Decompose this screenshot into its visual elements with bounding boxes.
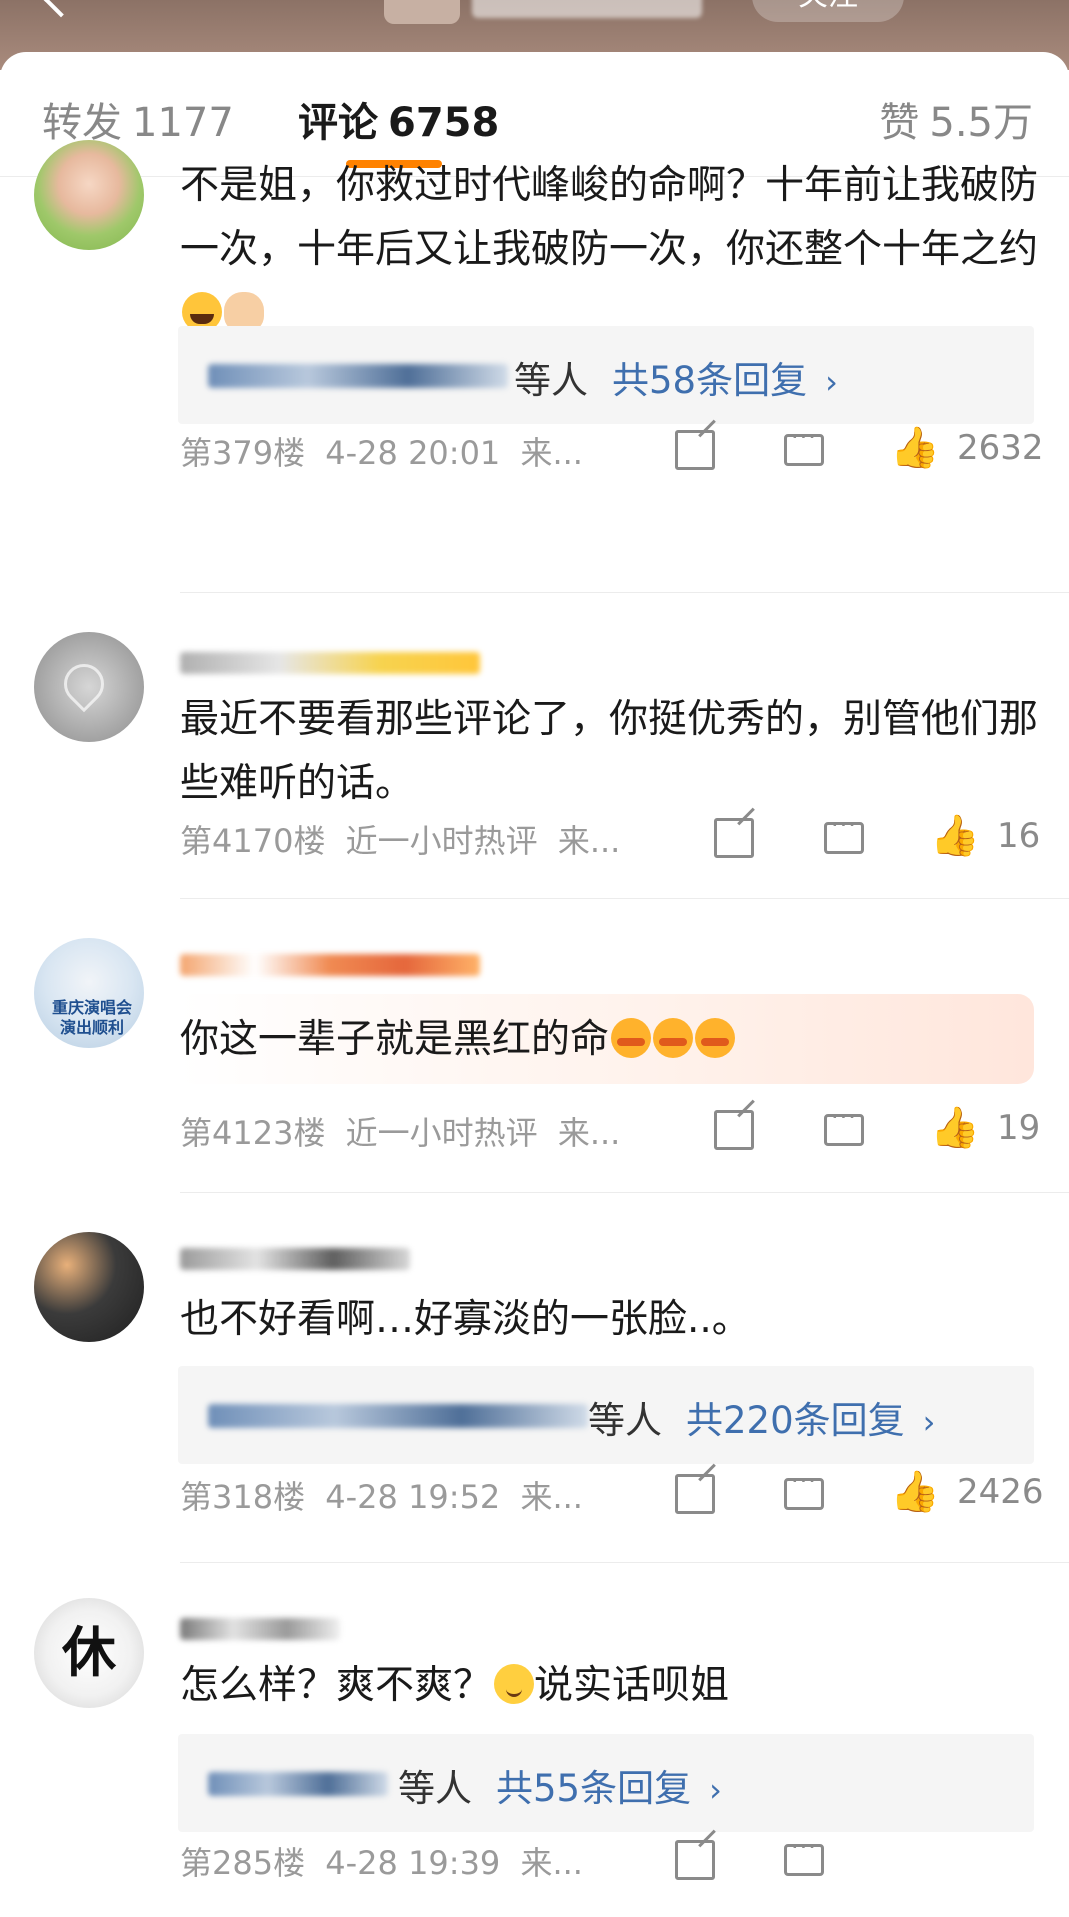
reply-count-link[interactable]: 共58条回复 › bbox=[612, 350, 838, 404]
comment-text: 也不好看啊…好寡淡的一张脸..。 bbox=[180, 1297, 751, 1342]
comment-time: 近一小时热评 bbox=[345, 1114, 538, 1152]
tab-likes-label: 赞 bbox=[879, 100, 920, 146]
author-avatar[interactable] bbox=[384, 0, 460, 24]
reply-icon[interactable] bbox=[784, 1833, 824, 1876]
author-name-blurred[interactable] bbox=[472, 0, 702, 18]
comment-text: 怎么样？爽不爽？ 说实话呗姐 bbox=[180, 1663, 730, 1708]
comment-meta: 第379楼 4-28 20:01 来... bbox=[180, 428, 583, 474]
reply-icon[interactable] bbox=[784, 1467, 824, 1510]
tab-likes[interactable]: 赞 5.5万 bbox=[879, 90, 1033, 148]
comment-meta: 第4123楼 近一小时热评 来... bbox=[180, 1108, 620, 1154]
replier-names-blurred bbox=[208, 1404, 588, 1428]
like-icon[interactable]: 👍 bbox=[930, 816, 980, 856]
comment-text: 最近不要看那些评论了，你挺优秀的，别管他们那些难听的话。 bbox=[180, 697, 1039, 806]
replier-names-blurred bbox=[208, 1772, 388, 1796]
angry-icon bbox=[611, 1018, 652, 1058]
floor-number: 第379楼 bbox=[180, 434, 306, 472]
share-icon[interactable] bbox=[675, 430, 715, 470]
smile-icon bbox=[494, 1664, 535, 1704]
username-blurred[interactable] bbox=[180, 954, 480, 976]
comment-source: 来... bbox=[557, 822, 621, 860]
comment-meta: 第318楼 4-28 19:52 来... bbox=[180, 1472, 583, 1518]
reply-icon[interactable] bbox=[784, 423, 824, 466]
username-blurred[interactable] bbox=[180, 1618, 340, 1640]
tab-repost-label: 转发 bbox=[42, 100, 122, 146]
tab-likes-count: 5.5万 bbox=[929, 100, 1033, 146]
tab-repost[interactable]: 转发 1177 bbox=[42, 90, 234, 148]
reply-count-link[interactable]: 共220条回复 › bbox=[686, 1390, 935, 1444]
tab-comments-label: 评论 bbox=[298, 100, 378, 146]
divider bbox=[180, 1562, 1069, 1563]
share-icon[interactable] bbox=[675, 1840, 715, 1880]
username-blurred[interactable] bbox=[180, 1248, 410, 1270]
chevron-right-icon: › bbox=[922, 1403, 936, 1441]
divider bbox=[180, 898, 1069, 899]
username-blurred[interactable] bbox=[180, 652, 480, 674]
reply-suffix: 等人 bbox=[514, 359, 588, 402]
chevron-right-icon: › bbox=[825, 363, 838, 401]
avatar[interactable] bbox=[34, 632, 144, 742]
like-count: 2426 bbox=[957, 1472, 1044, 1512]
comments-sheet: 转发 1177 评论 6758 赞 5.5万 不是姐，你救过时代峰峻的命啊？十年前让我… bbox=[0, 52, 1069, 1917]
follow-button[interactable]: 关注 bbox=[752, 0, 904, 22]
comment-text: 不是姐，你救过时代峰峻的命啊？十年前让我破防一次，十年后又让我破防一次，你还整个… bbox=[180, 154, 1040, 346]
comment-time: 近一小时热评 bbox=[345, 822, 538, 860]
comment-time: 4-28 19:39 bbox=[325, 1844, 501, 1882]
reply-suffix: 等人 bbox=[398, 1767, 472, 1810]
floor-number: 第4170楼 bbox=[180, 822, 326, 860]
like-count: 2632 bbox=[957, 428, 1044, 468]
avatar[interactable]: 重庆演唱会演出顺利 bbox=[34, 938, 144, 1048]
reply-preview[interactable]: 等人 共58条回复 › bbox=[178, 326, 1034, 424]
chevron-right-icon: › bbox=[709, 1771, 722, 1809]
avatar[interactable] bbox=[34, 1232, 144, 1342]
comment-source: 来... bbox=[520, 434, 583, 472]
reply-preview[interactable]: 等人 共55条回复 › bbox=[178, 1734, 1034, 1832]
reply-icon[interactable] bbox=[824, 811, 864, 854]
comment-time: 4-28 19:52 bbox=[325, 1478, 501, 1516]
share-icon[interactable] bbox=[714, 818, 754, 858]
like-icon[interactable]: 👍 bbox=[890, 428, 940, 468]
avatar[interactable] bbox=[34, 140, 144, 250]
reply-suffix: 等人 bbox=[588, 1399, 662, 1442]
replier-names-blurred bbox=[208, 364, 508, 388]
like-count: 16 bbox=[997, 816, 1041, 856]
comment-meta: 第285楼 4-28 19:39 来... bbox=[180, 1838, 583, 1884]
divider bbox=[180, 1192, 1069, 1193]
comment-source: 来... bbox=[520, 1478, 583, 1516]
like-icon[interactable]: 👍 bbox=[890, 1472, 940, 1512]
floor-number: 第285楼 bbox=[180, 1844, 306, 1882]
heart-icon bbox=[55, 655, 113, 713]
like-icon[interactable]: 👍 bbox=[930, 1108, 980, 1148]
reply-count-link[interactable]: 共55条回复 › bbox=[496, 1758, 722, 1812]
angry-icon bbox=[695, 1018, 736, 1058]
comment-time: 4-28 20:01 bbox=[325, 434, 501, 472]
back-icon[interactable] bbox=[42, 0, 80, 18]
divider bbox=[180, 592, 1069, 593]
comment-source: 来... bbox=[520, 1844, 583, 1882]
avatar[interactable]: 休 bbox=[34, 1598, 144, 1708]
reply-icon[interactable] bbox=[824, 1103, 864, 1146]
like-count: 19 bbox=[997, 1108, 1041, 1148]
share-icon[interactable] bbox=[714, 1110, 754, 1150]
reply-preview[interactable]: 等人 共220条回复 › bbox=[178, 1366, 1034, 1464]
comment-source: 来... bbox=[557, 1114, 621, 1152]
avatar-caption: 重庆演唱会演出顺利 bbox=[52, 998, 133, 1037]
tab-repost-count: 1177 bbox=[132, 100, 234, 146]
floor-number: 第318楼 bbox=[180, 1478, 306, 1516]
comment-meta: 第4170楼 近一小时热评 来... bbox=[180, 816, 620, 862]
comment-text: 你这一辈子就是黑红的命 bbox=[180, 1008, 1040, 1072]
tab-comments[interactable]: 评论 6758 bbox=[298, 90, 499, 148]
avatar-glyph: 休 bbox=[62, 1621, 116, 1684]
angry-icon bbox=[653, 1018, 694, 1058]
tab-comments-count: 6758 bbox=[388, 100, 500, 146]
floor-number: 第4123楼 bbox=[180, 1114, 326, 1152]
share-icon[interactable] bbox=[675, 1474, 715, 1514]
